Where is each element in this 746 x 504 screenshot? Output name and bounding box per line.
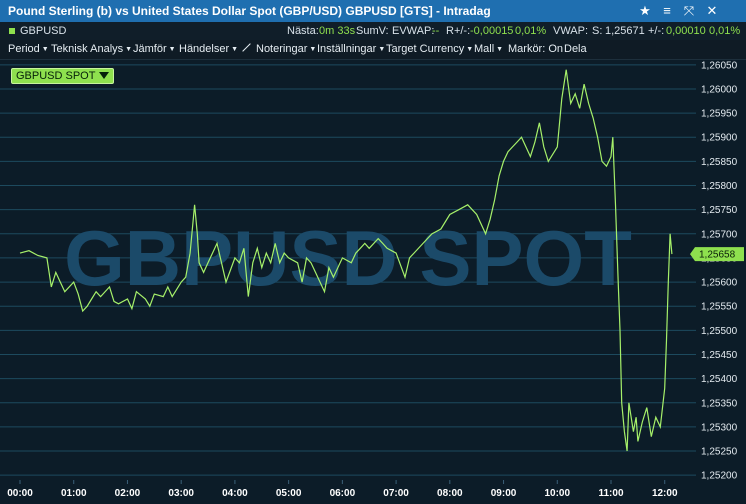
y-tick-label: 1,25700 [701, 229, 738, 240]
y-tick-label: 1,25950 [701, 109, 738, 120]
menu-template[interactable]: Mall ▼ [474, 43, 503, 55]
menu-period-label: Period [8, 43, 40, 55]
pencil-icon [242, 43, 251, 52]
y-tick-label: 1,25350 [701, 398, 738, 409]
watermark-text: GBPUSD SPOT [64, 214, 632, 302]
y-tick-label: 1,25850 [701, 157, 738, 168]
x-tick-label: 11:00 [598, 488, 623, 499]
menu-share[interactable]: Dela [564, 43, 587, 55]
pm-value: 0,00010 [666, 25, 706, 37]
y-tick-label: 1,25250 [701, 447, 738, 458]
y-tick-label: 1,26000 [701, 84, 738, 95]
y-tick-label: 1,25550 [701, 302, 738, 313]
y-tick-label: 1,25600 [701, 278, 738, 289]
pm-pct: 0,01% [709, 25, 741, 37]
x-tick-label: 02:00 [115, 488, 141, 499]
next-label: Nästa: [287, 25, 319, 37]
x-tick-label: 12:00 [652, 488, 678, 499]
y-tick-label: 1,25200 [701, 471, 738, 482]
chart-window: Pound Sterling (b) vs United States Doll… [0, 0, 746, 504]
menu-target-currency[interactable]: Target Currency ▼ [386, 43, 473, 55]
menu-settings[interactable]: Inställningar ▼ [317, 43, 385, 55]
symbol-label[interactable]: GBPUSD [20, 25, 66, 37]
series-badge-label: GBPUSD SPOT [16, 70, 96, 82]
chevron-down-icon: ▼ [496, 46, 504, 53]
x-tick-label: 10:00 [544, 488, 570, 499]
next-value: 0m 33s [319, 25, 356, 37]
pm-label: +/-: [648, 25, 665, 37]
menu-compare[interactable]: Jämför ▼ [133, 43, 176, 55]
info-bar: GBPUSD Nästa: 0m 33s SumV: EVWAP: -- R+/… [0, 22, 746, 40]
y-tick-label: 1,25300 [701, 422, 738, 433]
y-tick-label: 1,25500 [701, 326, 738, 337]
x-tick-label: 09:00 [491, 488, 517, 499]
menu-period[interactable]: Period ▼ [8, 43, 49, 55]
current-price-label: 1,25658 [699, 250, 736, 261]
evwap-label: EVWAP: [392, 25, 435, 37]
y-tick-label: 1,25800 [701, 181, 738, 192]
menu-technical-analysis-label: Teknisk Analys [51, 43, 124, 55]
unpin-icon[interactable]: ⤧ [680, 2, 698, 20]
chevron-down-icon: ▼ [168, 46, 176, 53]
symbol-color-icon [9, 28, 15, 34]
menu-notes-label: Noteringar [256, 43, 308, 55]
menu-notes[interactable]: Noteringar ▼ [241, 43, 316, 55]
x-tick-label: 00:00 [7, 488, 33, 499]
change-pct: 0,01% [515, 25, 547, 37]
sumv-label: SumV: [356, 25, 389, 37]
x-tick-label: 07:00 [383, 488, 409, 499]
x-tick-label: 03:00 [168, 488, 194, 499]
x-tick-label: 06:00 [330, 488, 356, 499]
chevron-down-icon: ▼ [378, 46, 386, 53]
window-title: Pound Sterling (b) vs United States Doll… [8, 4, 491, 18]
menu-technical-analysis[interactable]: Teknisk Analys ▼ [51, 43, 132, 55]
y-tick-label: 1,26050 [701, 60, 738, 71]
menu-icon[interactable]: ≡ [658, 2, 676, 20]
star-icon[interactable]: ★ [636, 2, 654, 20]
chevron-down-icon: ▼ [309, 46, 317, 53]
x-tick-label: 01:00 [61, 488, 87, 499]
chart-menu-bar: Period ▼ Teknisk Analys ▼ Jämför ▼ Händelse… [0, 40, 746, 60]
change-value: -0,00015 [470, 25, 514, 37]
chevron-down-icon: ▼ [41, 46, 49, 53]
close-icon[interactable]: ✕ [703, 2, 721, 20]
menu-template-label: Mall [474, 43, 495, 55]
current-price-marker: 1,25658 [690, 247, 744, 262]
menu-cursor[interactable]: Markör: On [508, 43, 563, 55]
s-label: S: [592, 25, 603, 37]
menu-share-label: Dela [564, 43, 587, 55]
change-label: R+/-: [446, 25, 471, 37]
y-tick-label: 1,25750 [701, 205, 738, 216]
y-tick-label: 1,25450 [701, 350, 738, 361]
chevron-down-icon: ▼ [231, 46, 239, 53]
menu-target-currency-label: Target Currency [386, 43, 465, 55]
x-tick-label: 04:00 [222, 488, 248, 499]
y-axis-panel [696, 60, 746, 484]
y-tick-label: 1,25900 [701, 133, 738, 144]
chevron-down-icon: ▼ [125, 46, 133, 53]
menu-compare-label: Jämför [133, 43, 167, 55]
menu-events-label: Händelser [179, 43, 230, 55]
chevron-down-icon [99, 72, 110, 79]
menu-events[interactable]: Händelser ▼ [179, 43, 238, 55]
s-value: 1,25671 [605, 25, 645, 37]
x-tick-label: 08:00 [437, 488, 463, 499]
price-chart[interactable]: GBPUSD SPOT 1,26050 1,26000 1,25950 1,25900… [0, 60, 746, 504]
title-bar: Pound Sterling (b) vs United States Doll… [0, 0, 746, 22]
menu-cursor-label: Markör: On [508, 43, 564, 55]
chevron-down-icon: ▼ [466, 46, 474, 53]
evwap-value: -- [432, 25, 440, 37]
menu-settings-label: Inställningar [317, 43, 377, 55]
x-tick-label: 05:00 [276, 488, 302, 499]
y-tick-label: 1,25400 [701, 374, 738, 385]
series-badge[interactable]: GBPUSD SPOT [11, 68, 115, 84]
vwap-label: VWAP: [553, 25, 589, 37]
